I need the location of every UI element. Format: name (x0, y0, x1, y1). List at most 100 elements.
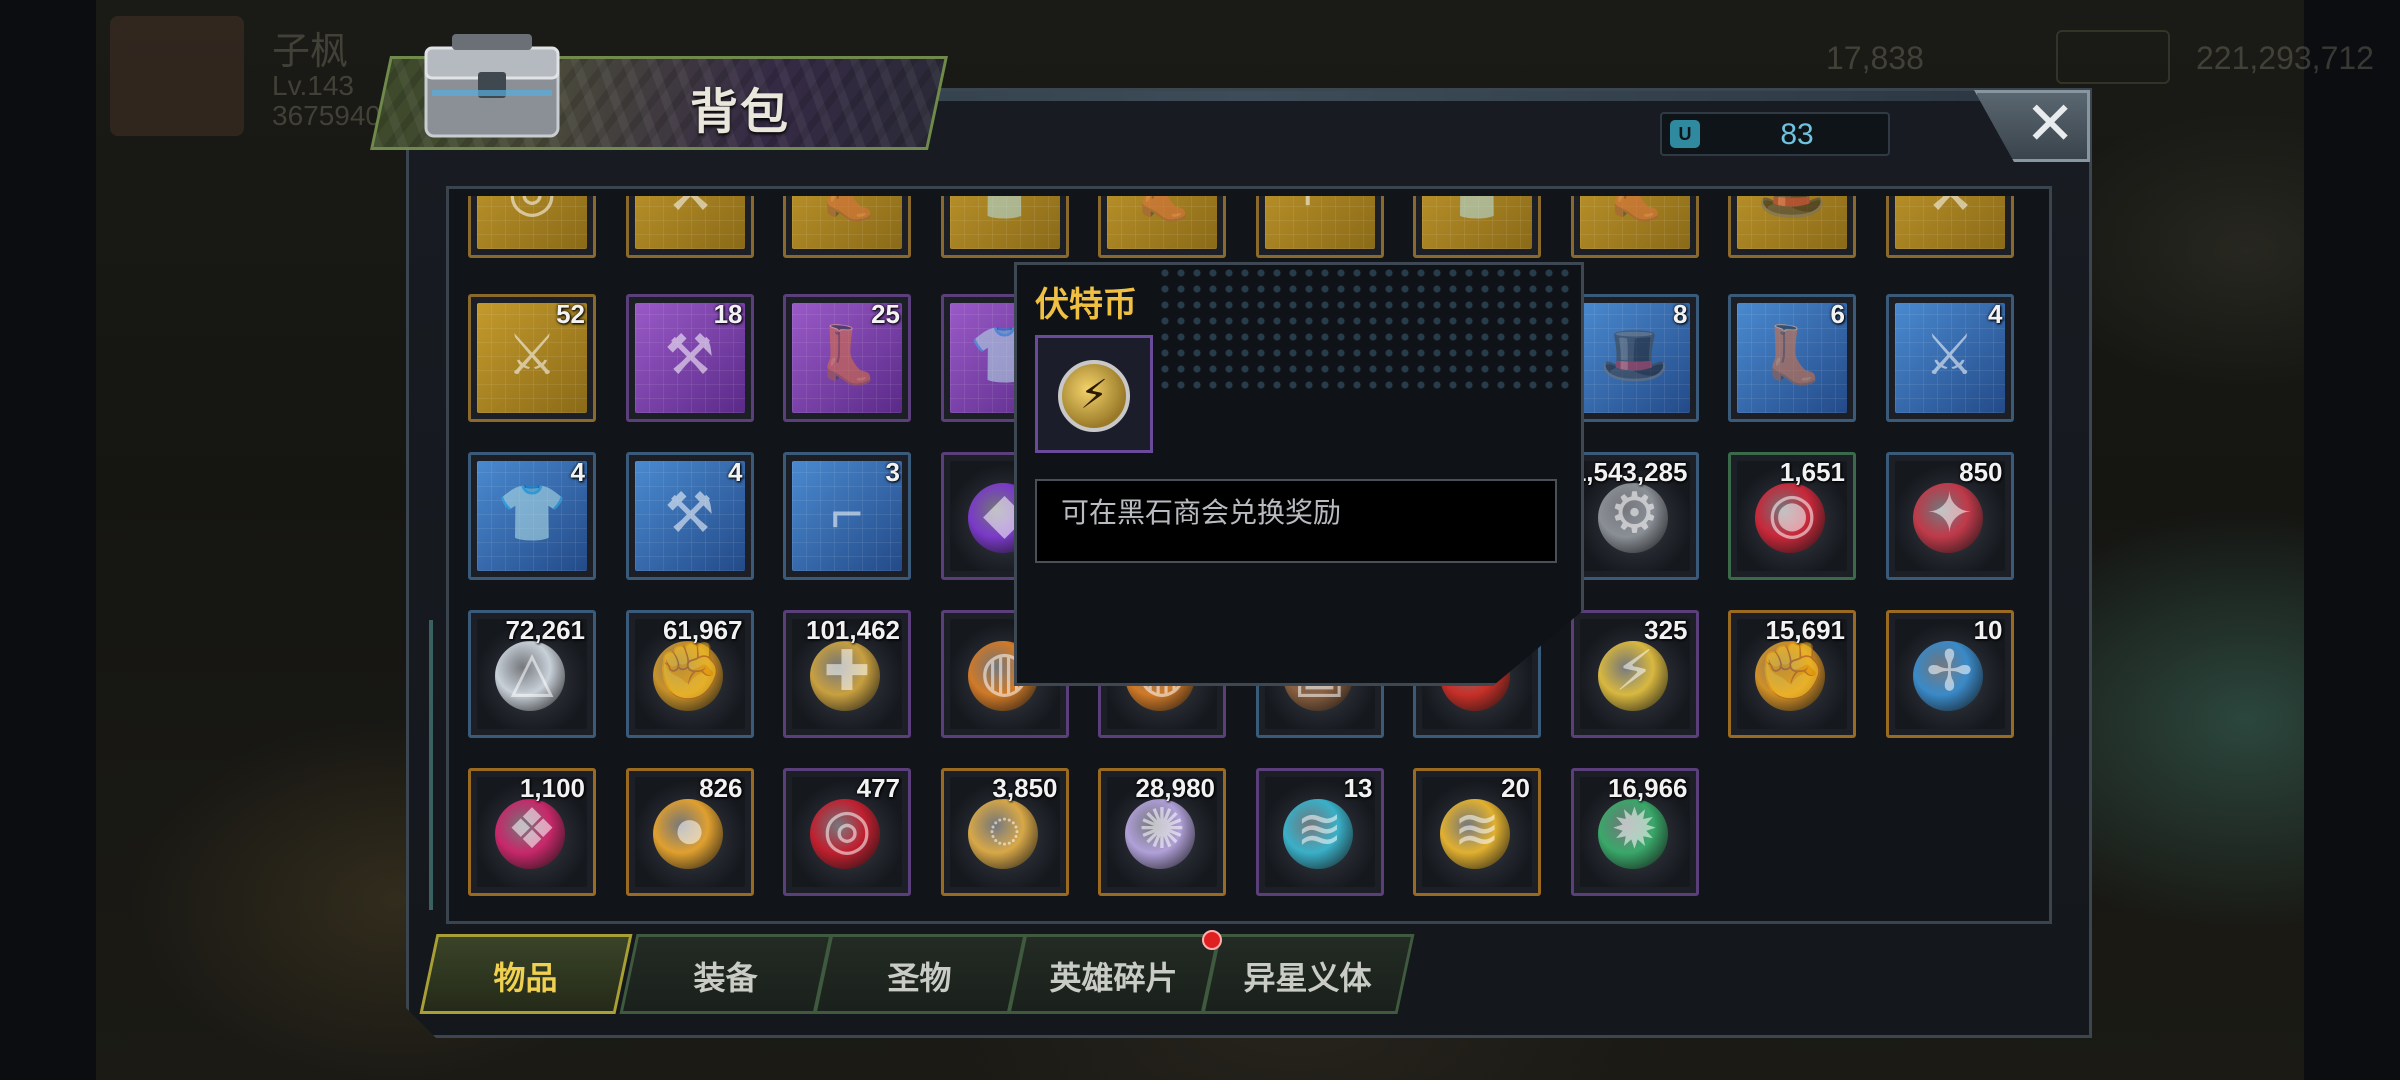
tab-alien-implants[interactable]: 异星义体 (1201, 934, 1415, 1014)
item-slot[interactable]: 👢 25 (783, 294, 911, 422)
item-slot[interactable]: ⚒ (625, 196, 754, 258)
item-count: 1,100 (519, 773, 585, 803)
item-slot[interactable]: ✺ 28,980 (1098, 768, 1226, 896)
item-count: 325 (1644, 615, 1688, 645)
player-level: Lv.143 (272, 70, 354, 101)
item-count: 8 (1673, 299, 1688, 329)
item-count: 61,967 (662, 615, 743, 645)
tooltip-description: 可在黑石商会兑换奖励 (1061, 497, 1342, 528)
item-slot[interactable]: ⚒ 4 (625, 452, 754, 580)
item-slot[interactable]: ◌ 3,850 (940, 768, 1069, 896)
item-slot[interactable]: ◎ 477 (783, 768, 911, 896)
item-slot[interactable]: 👕 (1413, 196, 1541, 258)
item-count: 72,261 (505, 615, 585, 645)
item-count: 52 (556, 299, 585, 329)
gems-counter: 17,838 (1826, 40, 1924, 76)
item-slot[interactable]: ⌐ 3 (783, 452, 911, 580)
item-slot[interactable]: ◉ 1,651 (1728, 452, 1856, 580)
item-count: 15,691 (1765, 615, 1845, 645)
item-count: 16,966 (1607, 773, 1688, 803)
item-count: 13 (1343, 773, 1373, 803)
hud-button (2056, 30, 2170, 84)
player-name: 子枫 (272, 31, 349, 73)
item-slot[interactable]: ⚒ 18 (625, 294, 754, 422)
hat-icon: 🎩 (1731, 196, 1853, 231)
item-slot[interactable]: 👕 4 (468, 452, 596, 580)
bag-icon: U (1670, 120, 1700, 148)
item-count: 4 (1988, 299, 2003, 329)
item-slot[interactable]: 👢 (783, 196, 911, 258)
item-slot[interactable]: ⚔ 52 (468, 294, 596, 422)
item-count: 3 (885, 457, 900, 487)
item-slot[interactable]: 👕 (940, 196, 1069, 258)
item-slot[interactable]: ● 826 (625, 768, 754, 896)
tab-label: 圣物 (887, 960, 952, 996)
item-slot[interactable]: ≋ 20 (1413, 768, 1541, 896)
item-slot[interactable]: ⚒ (1885, 196, 2014, 258)
tab-label: 装备 (693, 960, 758, 996)
shirt-icon: 👕 (944, 196, 1066, 231)
item-count: 477 (856, 773, 900, 803)
notification-badge (1202, 930, 1222, 950)
gun-icon: ⌐ (1259, 196, 1381, 231)
tab-equipment[interactable]: 装备 (619, 934, 833, 1014)
item-slot[interactable]: 👢 6 (1728, 294, 1856, 422)
boot-icon: 👢 (786, 196, 908, 231)
item-slot[interactable]: 👢 (1098, 196, 1226, 258)
item-count: 101,462 (806, 615, 900, 645)
item-count: 10 (1973, 615, 2003, 645)
gold-counter: 221,293,712 (2196, 40, 2374, 76)
item-count: 1,651 (1779, 457, 1845, 487)
wrench-icon: ⚒ (1889, 196, 2011, 231)
item-slot[interactable]: 🎩 8 (1570, 294, 1699, 422)
item-slot[interactable]: ⚔ 4 (1885, 294, 2014, 422)
item-slot[interactable]: ✚ 101,462 (783, 610, 911, 738)
item-slot[interactable]: ⚙ 1,543,285 (1570, 452, 1699, 580)
capacity-value: 83 (1780, 118, 1814, 151)
item-count: 1,543,285 (1571, 457, 1688, 487)
item-slot[interactable]: ≋ 13 (1255, 768, 1384, 896)
tab-label: 英雄碎片 (1049, 960, 1178, 996)
item-count: 18 (713, 299, 743, 329)
item-slot[interactable]: ✊ 15,691 (1728, 610, 1856, 738)
item-slot[interactable]: 👢 (1570, 196, 1699, 258)
chest-icon (424, 34, 560, 138)
shirt-icon: 👕 (1416, 196, 1538, 231)
tooltip-title: 伏特币 (1035, 286, 1137, 324)
window-title: 背包 (690, 86, 791, 139)
tooltip-item-frame: ⚡ (1035, 335, 1153, 453)
item-slot[interactable]: ◎ (468, 196, 596, 258)
item-count: 28,980 (1135, 773, 1215, 803)
tab-relics[interactable]: 圣物 (813, 934, 1027, 1014)
item-slot[interactable]: ✹ 16,966 (1570, 768, 1699, 896)
item-count: 3,850 (992, 773, 1058, 803)
player-power: 3675940 (272, 100, 382, 131)
ring-icon: ◎ (471, 196, 593, 231)
item-slot[interactable]: ❖ 1,100 (468, 768, 596, 896)
tab-items[interactable]: 物品 (419, 934, 633, 1014)
item-count: 4 (570, 457, 585, 487)
item-count: 4 (728, 457, 743, 487)
item-slot[interactable]: ✦ 850 (1885, 452, 2014, 580)
item-slot[interactable]: ✊ 61,967 (625, 610, 754, 738)
tab-hero-shards[interactable]: 英雄碎片 (1007, 934, 1221, 1014)
item-slot[interactable]: △ 72,261 (468, 610, 596, 738)
item-count: 25 (871, 299, 900, 329)
item-slot[interactable]: ⌐ (1255, 196, 1384, 258)
tooltip-pattern (1157, 265, 1577, 395)
tab-label: 异星义体 (1243, 960, 1372, 996)
item-slot[interactable]: ⚡ 325 (1570, 610, 1699, 738)
item-slot[interactable]: 🎩 (1728, 196, 1856, 258)
item-count: 826 (699, 773, 743, 803)
item-count: 20 (1501, 773, 1530, 803)
item-tooltip: 伏特币 ⚡ 可在黑石商会兑换奖励 (1014, 262, 1584, 686)
volt-coin-icon: ⚡ (1058, 360, 1130, 432)
item-count: 6 (1830, 299, 1845, 329)
close-icon: ✕ (2025, 90, 2076, 157)
player-avatar (110, 16, 244, 136)
boot-icon: 👢 (1101, 196, 1223, 231)
scrollbar[interactable] (429, 620, 433, 910)
boot-icon: 👢 (1574, 196, 1696, 231)
tooltip-description-box: 可在黑石商会兑换奖励 (1035, 479, 1557, 563)
item-slot[interactable]: ✢ 10 (1885, 610, 2014, 738)
